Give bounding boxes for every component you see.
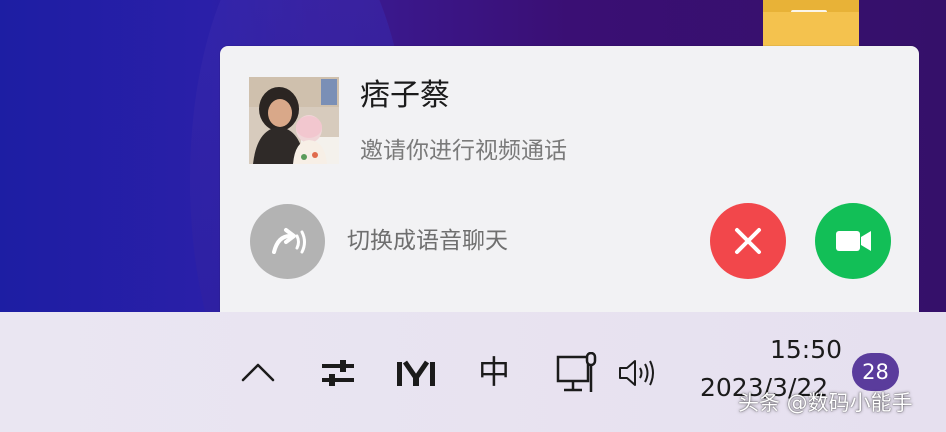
video-camera-icon <box>836 231 871 251</box>
sliders-icon[interactable] <box>320 356 356 394</box>
voice-switch-icon <box>272 228 306 254</box>
m-logo-icon[interactable] <box>396 360 436 392</box>
input-method-icon[interactable]: 中 <box>478 352 510 392</box>
chevron-up-icon[interactable] <box>241 358 275 390</box>
accept-video-call-button[interactable] <box>815 203 891 279</box>
close-x-icon <box>735 228 761 254</box>
speaker-icon[interactable] <box>617 358 657 392</box>
watermark: 头条 @数码小能手 <box>738 391 913 415</box>
clock-time[interactable]: 15:50 <box>770 334 842 366</box>
caller-avatar <box>249 77 339 164</box>
video-call-notification: 痞子蔡 邀请你进行视频通话 切换成语音聊天 <box>220 46 919 312</box>
notification-count-badge[interactable]: 28 <box>852 353 899 391</box>
caller-name: 痞子蔡 <box>360 78 450 113</box>
switch-to-voice-label[interactable]: 切换成语音聊天 <box>347 224 508 258</box>
monitor-icon[interactable] <box>556 351 600 400</box>
decline-call-button[interactable] <box>710 203 786 279</box>
call-description: 邀请你进行视频通话 <box>360 138 567 164</box>
taskbar: 中 15:50 2023/3/22 28 头条 @数码小能手 <box>0 312 946 432</box>
folder-icon[interactable] <box>763 0 859 46</box>
switch-to-voice-button[interactable] <box>250 204 325 279</box>
